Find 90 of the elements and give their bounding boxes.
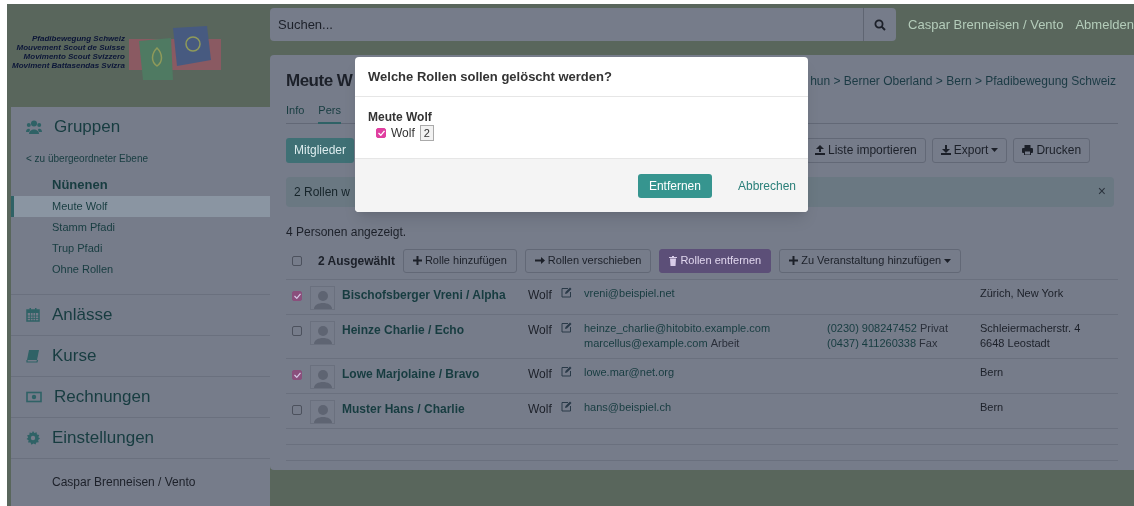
tab[interactable]: Pers: [318, 101, 341, 124]
back-link[interactable]: < zu übergeordneter Ebene: [11, 151, 270, 166]
phone-link[interactable]: (0230) 908247452: [827, 320, 917, 336]
avatar-icon: [310, 320, 335, 345]
search-button[interactable]: [863, 8, 897, 41]
phone-label: Fax: [919, 335, 938, 351]
upload-icon: [815, 145, 826, 155]
remove-roles-button[interactable]: Rollen entfernen: [659, 248, 772, 273]
phone-link[interactable]: (0437) 411260338: [827, 335, 917, 351]
sidebar-item[interactable]: Meute Wolf: [11, 196, 270, 217]
people-icon: [26, 120, 42, 134]
person-link[interactable]: Muster Hans / Charlie: [342, 399, 528, 418]
export-button[interactable]: Export: [931, 137, 1008, 163]
banknote-icon: [26, 391, 42, 403]
row-checkbox[interactable]: [292, 325, 302, 336]
search-field[interactable]: Suchen...: [270, 8, 864, 41]
user-link[interactable]: Caspar Brenneisen / Vento: [908, 14, 1064, 35]
print-button[interactable]: Drucken: [1013, 137, 1091, 163]
person-link[interactable]: Heinze Charlie / Echo: [342, 320, 528, 339]
role-text: Wolf: [528, 286, 553, 304]
user-link[interactable]: Caspar Brenneisen / Vento: [52, 473, 196, 491]
calendar-icon: [26, 308, 40, 322]
address-text: 6648 Leostadt: [980, 335, 1051, 351]
tab[interactable]: Info: [286, 101, 305, 124]
page-title: Meute W: [286, 70, 353, 92]
email-link[interactable]: lowe.mar@net.org: [584, 364, 675, 380]
caret-icon: [991, 148, 999, 152]
download-icon: [940, 145, 951, 155]
members-button[interactable]: Mitglieder: [286, 137, 355, 163]
add-to-event-button[interactable]: Zu Veranstaltung hinzufügen: [779, 248, 962, 273]
role-text: Wolf: [528, 365, 553, 383]
edit-icon[interactable]: [561, 399, 572, 412]
close-button[interactable]: ×: [1097, 181, 1106, 202]
count-badge: 2: [419, 125, 434, 141]
avatar-icon: [310, 285, 335, 310]
person-link[interactable]: Lowe Marjolaine / Bravo: [342, 364, 528, 383]
group-label: Meute Wolf: [368, 110, 433, 124]
logout-link[interactable]: Abmelden: [1075, 14, 1134, 35]
cancel-link[interactable]: Abbrechen: [737, 176, 796, 195]
sidebar-item[interactable]: Nünenen: [11, 174, 270, 196]
address-text: Bern: [980, 364, 1004, 380]
address-text: Zürich, New York: [980, 285, 1064, 301]
row-checkbox[interactable]: [292, 404, 302, 415]
plus-icon: [412, 256, 422, 265]
search-icon: [874, 18, 887, 31]
alert-text: 2 Rollen w: [294, 183, 351, 201]
arrow-right-icon: [534, 256, 545, 265]
edit-icon[interactable]: [561, 364, 572, 377]
row-checkbox[interactable]: [292, 369, 302, 380]
caret-icon: [944, 258, 952, 263]
email-link[interactable]: vreni@beispiel.net: [584, 285, 675, 301]
sidebar-item[interactable]: Stamm Pfadi: [11, 217, 270, 238]
sidebar-heading[interactable]: Gruppen: [11, 107, 270, 147]
trash-icon: [669, 255, 678, 266]
sidebar-item[interactable]: Ohne Rollen: [11, 259, 270, 280]
role-checkbox[interactable]: [376, 128, 386, 138]
avatar-icon: [310, 399, 335, 424]
role-text: Wolf: [528, 321, 553, 339]
sidebar-item[interactable]: Trup Pfadi: [11, 238, 270, 259]
dialog-title: Welche Rollen sollen gelöscht werden?: [368, 67, 612, 86]
move-roles-button[interactable]: Rollen verschieben: [524, 248, 652, 273]
email-link[interactable]: heinze_charlie@hitobito.example.com: [584, 320, 771, 336]
role-text: Wolf: [528, 400, 553, 418]
row-checkbox[interactable]: [292, 290, 302, 301]
printer-icon: [1022, 145, 1034, 155]
address-text: Schleiermacherstr. 4: [980, 320, 1081, 336]
sidebar-heading[interactable]: Anlässe: [11, 295, 270, 335]
sidebar-heading[interactable]: Rechnungen: [11, 377, 270, 417]
sidebar-heading[interactable]: Kurse: [11, 336, 270, 376]
logo: Pfadibewegung Schweiz Mouvement Scout de Suisse Movimento Scout Svizzero Moviment Battasendas Svizra: [12, 24, 221, 80]
phone-label: Privat: [919, 320, 949, 336]
email-label: Arbeit: [710, 335, 740, 351]
avatar-icon: [310, 364, 335, 389]
edit-icon[interactable]: [561, 285, 572, 298]
breadcrumb: hun > Berner Oberland > Bern > Pfadibewegung Schweiz: [810, 72, 1116, 90]
gear-icon: [26, 431, 40, 445]
select-all-checkbox[interactable]: [292, 255, 302, 266]
add-role-button[interactable]: Rolle hinzufügen: [402, 248, 517, 273]
edit-icon[interactable]: [561, 320, 572, 333]
role-label: Wolf: [391, 125, 415, 142]
result-count: 4 Personen angezeigt.: [286, 223, 408, 241]
email-link[interactable]: marcellus@example.com: [584, 335, 708, 351]
person-link[interactable]: Bischofsberger Vreni / Alpha: [342, 285, 528, 304]
sidebar-heading[interactable]: Einstellungen: [11, 418, 270, 458]
selection-count: 2 Ausgewählt: [318, 252, 395, 270]
remove-button[interactable]: Entfernen: [637, 173, 712, 198]
book-icon: [26, 349, 40, 363]
plus-icon: [789, 256, 799, 265]
address-text: Bern: [980, 399, 1004, 415]
email-link[interactable]: hans@beispiel.ch: [584, 399, 671, 415]
